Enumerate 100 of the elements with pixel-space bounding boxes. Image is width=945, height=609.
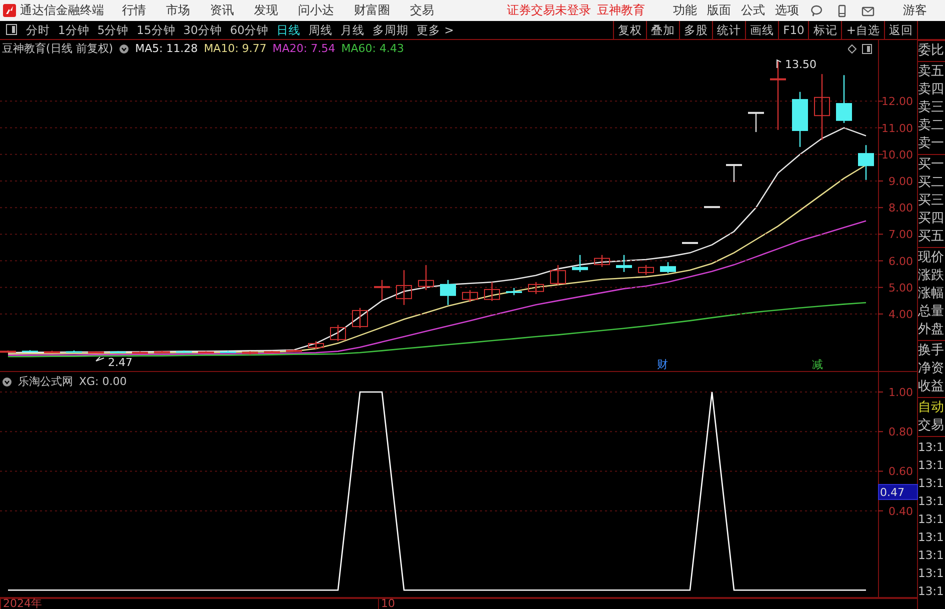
- speech-bubble-icon[interactable]: [809, 4, 823, 18]
- candlestick: [308, 341, 324, 350]
- candlestick: [110, 350, 126, 354]
- trade-time: 13:1: [918, 475, 945, 492]
- candlestick: [704, 206, 720, 208]
- quote-field-label: 卖三: [918, 99, 945, 117]
- event-marker[interactable]: 财: [657, 359, 668, 371]
- price-axis-label: 5.00: [888, 281, 913, 294]
- period-tab[interactable]: 60分钟: [226, 21, 273, 39]
- quote-field-label: 总量: [918, 303, 945, 321]
- indicator-title: 乐淘公式网: [18, 374, 73, 389]
- period-tab[interactable]: 30分钟: [179, 21, 226, 39]
- price-axis-label: 11.00: [882, 122, 913, 135]
- pointer-icon: [96, 356, 104, 362]
- price-axis-label: 12.00: [882, 95, 913, 108]
- menu-item[interactable]: 市场: [166, 2, 190, 19]
- candlestick: [264, 350, 280, 354]
- period-tab[interactable]: 周线: [304, 21, 337, 39]
- time-axis-label: 10: [381, 598, 395, 609]
- candlestick: [418, 265, 434, 290]
- menu-item[interactable]: 问小达: [298, 2, 334, 19]
- trade-time: 13:1: [918, 439, 945, 456]
- period-tab[interactable]: 日线: [272, 21, 305, 39]
- price-axis-label: 9.00: [888, 175, 913, 188]
- menu-item[interactable]: 版面: [707, 2, 731, 19]
- tool-button[interactable]: 复权: [613, 21, 646, 39]
- high-price-label: 13.50: [785, 58, 816, 71]
- period-tab[interactable]: 15分钟: [132, 21, 180, 39]
- period-tab[interactable]: 月线: [336, 21, 369, 39]
- menu-item[interactable]: 财富圈: [354, 2, 390, 19]
- menu-item[interactable]: 选项: [775, 2, 799, 19]
- quote-field-label: 涨幅: [918, 285, 945, 303]
- event-marker[interactable]: 减: [812, 359, 823, 371]
- period-tab[interactable]: 5分钟: [93, 21, 133, 39]
- candlestick: [66, 350, 82, 353]
- menu-item[interactable]: 功能: [673, 2, 697, 19]
- price-axis-label: 8.00: [888, 202, 913, 215]
- period-tab[interactable]: 更多 >: [412, 21, 458, 39]
- candlestick: [0, 350, 16, 353]
- menu-item[interactable]: 交易: [410, 2, 434, 19]
- quote-field-label: 外盘: [918, 321, 945, 339]
- candlestick: [660, 262, 676, 274]
- candlestick: [396, 270, 412, 305]
- app-title: 通达信金融终端: [20, 2, 104, 19]
- quote-field-label: 买二: [918, 174, 945, 192]
- quote-field-label: 买五: [918, 228, 945, 246]
- candlestick: [352, 308, 368, 328]
- candlestick: [242, 351, 258, 355]
- moving-average-value: MA5: 11.28: [135, 42, 198, 55]
- tool-button[interactable]: 统计: [712, 21, 746, 39]
- candlestick: [154, 350, 170, 354]
- status-link[interactable]: 证券交易未登录: [507, 2, 591, 19]
- indicator-axis-label: 1.00: [888, 386, 913, 399]
- period-tab[interactable]: 多周期: [368, 21, 413, 39]
- status-link[interactable]: 豆神教育: [597, 2, 645, 19]
- quote-field-label: 卖四: [918, 81, 945, 99]
- candlestick: [330, 324, 346, 342]
- tool-button[interactable]: F10: [778, 21, 808, 39]
- trade-time: 13:1: [918, 493, 945, 510]
- moving-average-value: MA20: 7.54: [272, 42, 336, 55]
- candlestick: [220, 350, 236, 354]
- candlestick: [528, 282, 544, 294]
- dropdown-icon[interactable]: [119, 44, 130, 54]
- tool-button[interactable]: +自选: [841, 21, 884, 39]
- candlestick: [286, 350, 302, 352]
- period-tab[interactable]: 分时: [22, 21, 54, 39]
- dropdown-icon[interactable]: [2, 376, 12, 386]
- menu-item[interactable]: 行情: [122, 2, 146, 19]
- price-axis-label: 4.00: [888, 308, 913, 321]
- trade-time: 13:1: [918, 511, 945, 528]
- time-axis-label: 2024年: [3, 598, 42, 609]
- menu-item[interactable]: 发现: [254, 2, 278, 19]
- tool-button[interactable]: 返回: [884, 21, 918, 39]
- cursor-value: 0.47: [878, 484, 918, 500]
- price-axis-label: 7.00: [888, 228, 913, 242]
- menu-item[interactable]: 公式: [741, 2, 765, 19]
- user-name[interactable]: 游客: [903, 2, 927, 19]
- candlestick: [726, 164, 742, 182]
- panel-toggle-icon[interactable]: [6, 24, 17, 35]
- price-axis-label: 10.00: [882, 148, 913, 162]
- view-toggle-icon[interactable]: [848, 44, 872, 54]
- menu-item[interactable]: 资讯: [210, 2, 234, 19]
- stock-title: 豆神教育(日线 前复权): [2, 41, 114, 56]
- tool-button[interactable]: 多股: [679, 21, 712, 39]
- period-tab[interactable]: 1分钟: [54, 21, 94, 39]
- candlestick: [132, 351, 148, 354]
- candlestick: [506, 288, 522, 296]
- trade-time: 13:1: [918, 583, 945, 600]
- quote-field-label: 自动: [918, 399, 945, 417]
- quote-field-label: 卖二: [918, 117, 945, 135]
- moving-average-value: MA10: 9.77: [204, 42, 267, 55]
- pointer-icon: [776, 59, 782, 68]
- trade-time: 13:1: [918, 457, 945, 474]
- tool-button[interactable]: 标记: [808, 21, 842, 39]
- tool-button[interactable]: 画线: [745, 21, 778, 39]
- low-price-label: 2.47: [108, 356, 132, 369]
- tool-button[interactable]: 叠加: [646, 21, 680, 39]
- candlestick: [814, 74, 830, 140]
- quote-field-label: 卖一: [918, 135, 945, 153]
- indicator-axis-label: 0.40: [888, 504, 913, 518]
